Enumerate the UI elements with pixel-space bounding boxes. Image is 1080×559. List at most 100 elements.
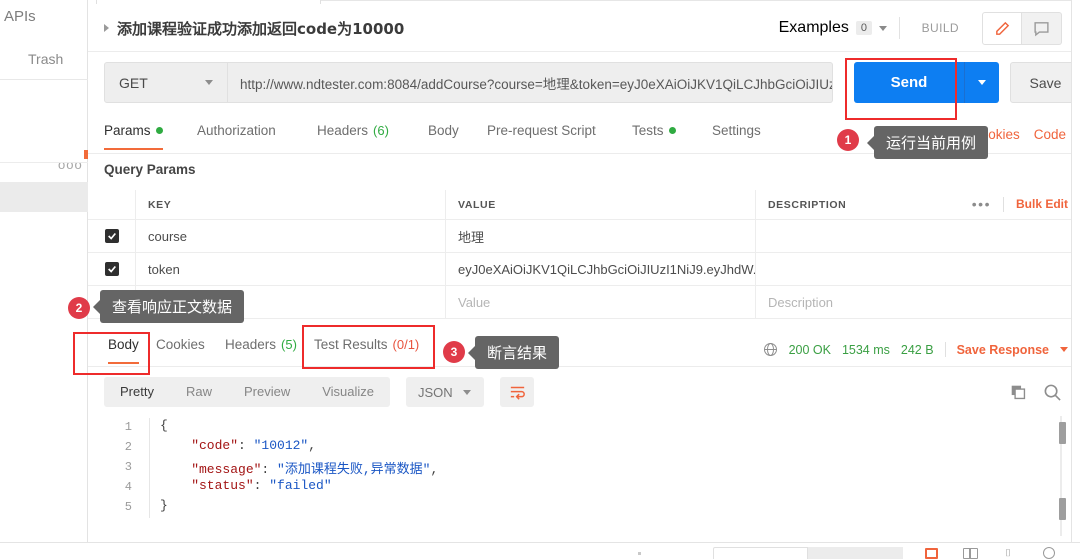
page-title: 添加课程验证成功添加返回code为10000	[117, 20, 405, 38]
url-input[interactable]: http://www.ndtester.com:8084/addCourse?c…	[228, 62, 833, 103]
param-value-placeholder[interactable]: Value	[458, 295, 490, 310]
view-pretty[interactable]: Pretty	[104, 377, 170, 407]
response-tab-cookies[interactable]: Cookies	[156, 337, 205, 362]
tab-settings[interactable]: Settings	[712, 123, 761, 148]
code-minimap-marker[interactable]	[1059, 498, 1066, 520]
pencil-icon	[995, 21, 1009, 35]
request-title-row: 添加课程验证成功添加返回code为10000 Examples 0 BUILD	[88, 4, 1080, 52]
table-header-row: KEY VALUE DESCRIPTION ••• Bulk Edit	[88, 190, 1080, 220]
code-token: "code"	[160, 438, 239, 453]
annotation-badge-3: 3	[443, 341, 465, 363]
header-cell-checkbox	[88, 190, 136, 219]
more-options-icon[interactable]: •••	[972, 196, 991, 212]
word-wrap-button[interactable]	[500, 377, 534, 407]
status-dot	[638, 552, 641, 555]
unsaved-dot-icon	[668, 127, 676, 134]
code-line: "message": "添加课程失败,异常数据",	[160, 458, 438, 477]
view-raw[interactable]: Raw	[170, 377, 228, 407]
help-icon[interactable]	[1043, 547, 1055, 559]
view-preview[interactable]: Preview	[228, 377, 306, 407]
annotation-badge-2: 2	[68, 297, 90, 319]
tab-tests[interactable]: Tests	[632, 123, 676, 148]
tab-label: Headers	[225, 337, 277, 352]
chevron-down-icon	[879, 25, 887, 31]
bulk-edit-button[interactable]: Bulk Edit	[1016, 197, 1068, 211]
send-options-button[interactable]	[964, 62, 999, 103]
annotation-badge-1: 1	[837, 129, 859, 151]
code-line: }	[160, 498, 168, 513]
annotation-tooltip-1: 运行当前用例	[866, 126, 989, 159]
sidebar-more-icon[interactable]: ooo	[58, 157, 83, 172]
chevron-down-icon[interactable]	[1060, 347, 1068, 352]
response-body-code[interactable]: 1 2 3 4 5 { "code": "10012", "message": …	[88, 414, 1080, 542]
globe-icon[interactable]	[763, 342, 778, 357]
chevron-down-icon	[978, 80, 986, 85]
line-number: 4	[124, 480, 132, 494]
tab-headers[interactable]: Headers (6)	[317, 123, 389, 148]
code-token: "failed"	[269, 478, 332, 493]
header-cell-description: DESCRIPTION	[768, 198, 847, 211]
format-dropdown[interactable]: JSON	[406, 377, 484, 407]
response-view-toolbar: Pretty Raw Preview Visualize JSON	[88, 374, 1080, 414]
tab-body[interactable]: Body	[428, 123, 459, 148]
tabstrip-rule	[321, 0, 1080, 1]
code-token: "添加课程失败,异常数据"	[277, 462, 431, 477]
tab-label: Params	[104, 123, 151, 138]
right-edge-strip	[1071, 0, 1080, 545]
sidebar-item-trash[interactable]: Trash	[28, 51, 63, 67]
param-value[interactable]: eyJ0eXAiOiJKV1QiLCJhbGciOiJIUzI1NiJ9.eyJ…	[458, 262, 755, 277]
response-tab-headers[interactable]: Headers (5)	[225, 337, 297, 362]
http-method-label: GET	[119, 74, 148, 91]
code-scrollbar-thumb[interactable]	[1059, 422, 1066, 444]
tab-pre-request-script[interactable]: Pre-request Script	[487, 123, 596, 148]
layout-icon[interactable]	[963, 548, 978, 559]
row-checkbox-cell[interactable]	[88, 253, 136, 285]
checkbox-checked-icon[interactable]	[104, 262, 119, 276]
chevron-right-icon[interactable]	[104, 24, 109, 32]
comment-button[interactable]	[1022, 12, 1062, 45]
table-actions: ••• Bulk Edit	[972, 196, 1068, 212]
postman-window: APIs Trash ooo 添加课程验证成功添加返回code为10000 Ex…	[0, 0, 1080, 559]
tab-label: Cookies	[156, 337, 205, 352]
tab-label: Body	[428, 123, 459, 138]
examples-label: Examples	[778, 19, 849, 36]
status-chip-2[interactable]	[808, 547, 903, 559]
save-button[interactable]: Save	[1010, 62, 1080, 103]
annotation-tooltip-2: 查看响应正文数据	[92, 290, 245, 323]
annotation-box-send	[845, 58, 957, 120]
checkbox-checked-icon[interactable]	[104, 229, 119, 243]
examples-dropdown[interactable]: Examples 0	[779, 19, 887, 37]
status-search-chip[interactable]	[713, 547, 808, 559]
tab-label: Pre-request Script	[487, 123, 596, 138]
row-checkbox-cell[interactable]	[88, 220, 136, 252]
query-params-label: Query Params	[104, 162, 196, 177]
comment-icon	[1034, 22, 1049, 37]
code-link[interactable]: Code	[1034, 127, 1066, 142]
http-method-dropdown[interactable]: GET	[104, 62, 228, 103]
code-line: "code": "10012",	[160, 438, 316, 453]
copy-button[interactable]	[1010, 384, 1027, 406]
tab-authorization[interactable]: Authorization	[197, 123, 276, 148]
sidebar-selected-block[interactable]	[0, 182, 88, 212]
response-time: 1534 ms	[841, 342, 890, 357]
sidebar-item-apis[interactable]: APIs	[4, 8, 36, 25]
trash-icon[interactable]: ⌷	[1005, 548, 1011, 559]
gutter-divider	[149, 418, 150, 518]
line-number: 2	[124, 440, 132, 454]
sidebar-divider	[0, 79, 88, 80]
console-icon[interactable]	[925, 548, 938, 559]
param-value[interactable]: 地理	[458, 227, 484, 246]
tab-params[interactable]: Params	[104, 123, 163, 150]
table-row[interactable]: token eyJ0eXAiOiJKV1QiLCJhbGciOiJIUzI1Ni…	[88, 253, 1080, 286]
response-size: 242 B	[900, 342, 934, 357]
chevron-down-icon	[462, 389, 471, 395]
param-description-placeholder[interactable]: Description	[768, 295, 833, 310]
param-key[interactable]: course	[148, 229, 187, 244]
param-key[interactable]: token	[148, 262, 180, 277]
response-meta: 200 OK 1534 ms 242 B Save Response	[763, 342, 1068, 357]
save-response-button[interactable]: Save Response	[957, 343, 1049, 357]
table-row[interactable]: course 地理	[88, 220, 1080, 253]
view-visualize[interactable]: Visualize	[306, 377, 390, 407]
search-button[interactable]	[1043, 383, 1062, 407]
edit-button[interactable]	[982, 12, 1022, 45]
